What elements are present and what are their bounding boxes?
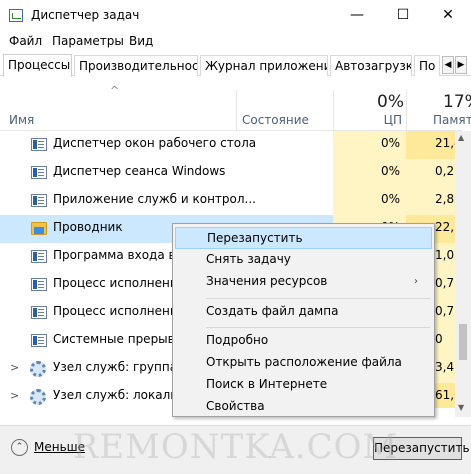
memory-cell: 21,4 xyxy=(406,131,462,159)
column-separator xyxy=(406,90,407,131)
vertical-scrollbar[interactable]: ▲ ▼ xyxy=(455,131,471,417)
context-menu: Перезапустить Снять задачу Значения ресу… xyxy=(172,223,435,417)
memory-total-percent: 17% xyxy=(443,92,471,112)
window-icon xyxy=(31,166,47,179)
process-name: Системные прерыван xyxy=(53,332,190,346)
menu-bar: Файл Параметры Вид xyxy=(0,31,471,51)
process-name: Диспетчер сеанса Windows xyxy=(53,164,226,178)
tab-scroll-left-icon[interactable]: ◀ xyxy=(442,56,454,74)
memory-value: 2,8 xyxy=(435,192,455,206)
process-name: Узел служб: локаль xyxy=(53,388,178,402)
window-icon xyxy=(31,194,47,207)
cpu-value: 0% xyxy=(380,192,400,206)
column-cpu[interactable]: ЦП xyxy=(366,113,402,127)
cpu-total-percent: 0% xyxy=(377,92,404,112)
process-name: Проводник xyxy=(53,220,123,234)
tab-startup[interactable]: Автозагрузка xyxy=(330,55,412,76)
sort-arrow-icon: ^ xyxy=(110,84,120,97)
menu-separator xyxy=(206,327,430,328)
title-bar: Диспетчер задач — ☐ ✕ xyxy=(0,0,471,31)
menu-item-search-online[interactable]: Поиск в Интернете xyxy=(175,374,432,396)
scroll-down-icon[interactable]: ▼ xyxy=(458,403,464,412)
column-status[interactable]: Состояние xyxy=(242,113,309,127)
menu-item-details[interactable]: Подробно xyxy=(175,330,432,352)
menu-separator xyxy=(206,298,430,299)
column-separator xyxy=(333,90,334,131)
menu-item-open-file-location[interactable]: Открыть расположение файла xyxy=(175,352,432,374)
menu-options[interactable]: Параметры xyxy=(52,34,124,48)
tab-performance[interactable]: Производительность xyxy=(74,55,198,76)
submenu-arrow-icon: › xyxy=(414,276,418,287)
menu-file[interactable]: Файл xyxy=(9,34,42,48)
window-icon xyxy=(31,334,47,347)
scrollbar-thumb[interactable] xyxy=(459,324,467,360)
close-button[interactable]: ✕ xyxy=(425,0,471,31)
cpu-value: 0% xyxy=(380,136,400,150)
gear-icon xyxy=(30,389,46,405)
gear-icon xyxy=(30,361,46,377)
process-row[interactable]: Диспетчер сеанса Windows 0% 0,2 xyxy=(0,159,462,187)
window-title: Диспетчер задач xyxy=(31,8,140,22)
column-name[interactable]: Имя xyxy=(9,113,34,127)
menu-item-resource-values[interactable]: Значения ресурсов › xyxy=(175,271,432,293)
menu-item-label: Значения ресурсов xyxy=(206,274,328,288)
task-manager-icon xyxy=(9,9,23,22)
cpu-value: 0% xyxy=(380,164,400,178)
expand-chevron-icon[interactable]: > xyxy=(10,361,19,374)
window-icon xyxy=(31,306,47,319)
footer-bar: ⌃ Меньше Перезапустить xyxy=(0,425,471,474)
process-row[interactable]: Диспетчер окон рабочего стола 0% 21,4 xyxy=(0,131,462,159)
window-icon xyxy=(31,250,47,263)
process-name: Диспетчер окон рабочего стола xyxy=(53,136,257,150)
menu-item-end-task[interactable]: Снять задачу xyxy=(175,249,432,271)
tab-scroll-right-icon[interactable]: ▶ xyxy=(455,56,467,74)
menu-item-properties[interactable]: Свойства xyxy=(175,396,432,418)
minimize-button[interactable]: — xyxy=(334,0,380,31)
memory-cell: 2,8 xyxy=(406,187,462,215)
menu-item-create-dump[interactable]: Создать файл дампа xyxy=(175,301,432,323)
menu-view[interactable]: Вид xyxy=(129,34,153,48)
maximize-button[interactable]: ☐ xyxy=(380,0,426,31)
collapse-chevron-icon[interactable]: ⌃ xyxy=(11,439,28,456)
folder-icon xyxy=(31,222,47,235)
column-memory[interactable]: Памят xyxy=(433,113,471,127)
process-name: Процесс исполнения xyxy=(53,304,185,318)
memory-value: 0,2 xyxy=(435,164,455,178)
cpu-cell: 0% xyxy=(333,131,406,159)
cpu-cell: 0% xyxy=(333,159,406,187)
memory-value: 0,7 xyxy=(435,304,455,318)
menu-item-restart[interactable]: Перезапустить xyxy=(175,227,432,249)
tab-app-history[interactable]: Журнал приложений xyxy=(200,55,328,76)
expand-chevron-icon[interactable]: > xyxy=(10,389,19,402)
memory-value: 1,0 xyxy=(435,248,455,262)
process-name: Процесс исполнения xyxy=(53,276,185,290)
tab-processes[interactable]: Процессы xyxy=(3,54,72,77)
memory-value: 0,7 xyxy=(435,276,455,290)
memory-value: 3,4 xyxy=(435,360,455,374)
tab-users[interactable]: По xyxy=(414,55,440,76)
column-separator xyxy=(236,90,237,131)
column-header: ^ Имя Состояние 0% ЦП 17% Памят xyxy=(0,76,471,131)
restart-button[interactable]: Перезапустить xyxy=(373,437,470,460)
memory-cell: 0,2 xyxy=(406,159,462,187)
window-icon xyxy=(31,138,47,151)
scroll-up-icon[interactable]: ▲ xyxy=(458,133,464,142)
cpu-cell: 0% xyxy=(333,187,406,215)
tab-strip: Процессы Производительность Журнал прило… xyxy=(0,54,471,77)
window-icon xyxy=(31,278,47,291)
fewer-details-button[interactable]: Меньше xyxy=(34,440,85,454)
process-row[interactable]: Приложение служб и контрол... 0% 2,8 xyxy=(0,187,462,215)
memory-value: 0 xyxy=(435,332,443,346)
process-name: Приложение служб и контрол... xyxy=(53,192,256,206)
